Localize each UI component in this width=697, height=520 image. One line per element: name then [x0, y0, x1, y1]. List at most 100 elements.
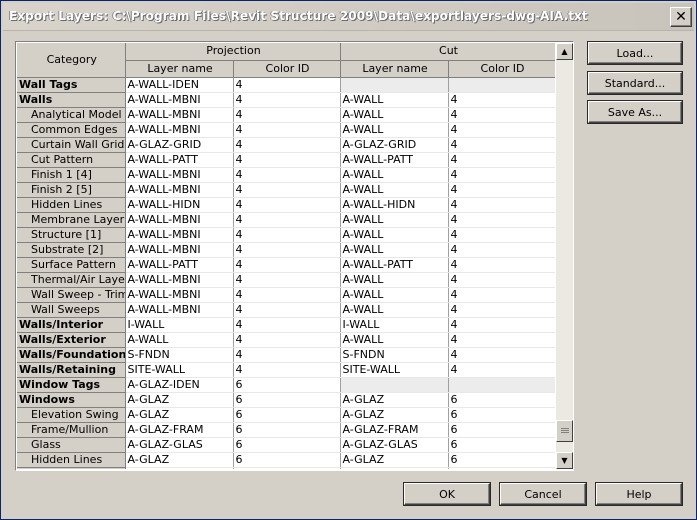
projection-layer-name-cell[interactable]: A-WALL-MBNI [125, 122, 234, 138]
table-row[interactable]: Window Tags A-GLAZ-IDEN 6 [17, 377, 555, 393]
table-row[interactable]: Membrane Layer A-WALL-MBNI 4 A-WALL 4 [17, 212, 555, 228]
projection-layer-name-cell[interactable]: A-GLAZ-GRID [125, 137, 234, 153]
table-row[interactable]: Wall Sweeps A-WALL-MBNI 4 A-WALL 4 [17, 302, 555, 318]
projection-color-id-cell[interactable]: 4 [233, 152, 341, 168]
projection-layer-name-cell[interactable]: A-GLAZ [125, 407, 234, 423]
table-row[interactable]: Curtain Wall Grids A-GLAZ-GRID 4 A-GLAZ-GRI… [17, 137, 555, 153]
projection-color-id-cell[interactable]: 6 [233, 407, 341, 423]
cancel-button[interactable]: Cancel [500, 483, 586, 505]
projection-color-id-cell[interactable]: 4 [233, 302, 341, 318]
cut-color-id-cell[interactable]: 4 [448, 317, 555, 333]
cut-layer-name-cell[interactable]: S-FNDN [340, 347, 449, 363]
projection-layer-name-cell[interactable]: A-WALL-PATT [125, 152, 234, 168]
projection-color-id-cell[interactable]: 4 [233, 182, 341, 198]
cut-layer-name-cell[interactable]: A-GLAZ-GRID [340, 137, 449, 153]
close-button[interactable]: ✕ [670, 7, 692, 27]
projection-layer-name-cell[interactable]: A-WALL-IDEN [125, 77, 234, 93]
table-row[interactable]: OpeningA-GLAZ6A-GLAZ6 [17, 467, 555, 469]
cut-layer-name-cell[interactable]: A-WALL [340, 182, 449, 198]
category-cell[interactable]: Frame/Mullion [17, 422, 126, 438]
category-cell[interactable]: Wall Sweeps [17, 302, 126, 318]
table-row[interactable]: Wall Tags A-WALL-IDEN 4 [17, 77, 555, 93]
cut-layer-name-cell[interactable]: A-WALL [340, 302, 449, 318]
cut-layer-name-cell[interactable]: A-GLAZ [340, 467, 449, 469]
projection-color-id-cell[interactable]: 4 [233, 317, 341, 333]
table-row[interactable]: Elevation Swing A-GLAZ 6 A-GLAZ 6 [17, 407, 555, 423]
category-cell[interactable]: Surface Pattern [17, 257, 126, 273]
table-row[interactable]: Structure [1] A-WALL-MBNI 4 A-WALL 4 [17, 227, 555, 243]
projection-layer-name-cell[interactable]: A-WALL-MBNI [125, 272, 234, 288]
header-cut-color-id[interactable]: Color ID [448, 60, 555, 78]
projection-color-id-cell[interactable]: 4 [233, 272, 341, 288]
cut-layer-name-cell[interactable]: A-WALL [340, 122, 449, 138]
cut-color-id-cell[interactable]: 4 [448, 107, 555, 123]
projection-color-id-cell[interactable]: 4 [233, 167, 341, 183]
table-row[interactable]: Walls/Exterior A-WALL 4 A-WALL 4 [17, 332, 555, 348]
cut-layer-name-cell[interactable]: A-WALL [340, 167, 449, 183]
projection-color-id-cell[interactable]: 6 [233, 452, 341, 468]
projection-layer-name-cell[interactable]: A-GLAZ-FRAM [125, 422, 234, 438]
category-cell[interactable]: Walls/Foundation [17, 347, 126, 363]
cut-layer-name-cell[interactable]: A-GLAZ-GLAS [340, 437, 449, 453]
table-row[interactable]: Cut Pattern A-WALL-PATT 4 A-WALL-PATT 4 [17, 152, 555, 168]
header-projection-layer-name[interactable]: Layer name [125, 60, 234, 78]
category-cell[interactable]: Windows [17, 392, 126, 408]
category-cell[interactable]: Walls [17, 92, 126, 108]
cut-color-id-cell[interactable]: 4 [448, 152, 555, 168]
projection-color-id-cell[interactable]: 4 [233, 362, 341, 378]
cut-layer-name-cell[interactable]: A-WALL [340, 332, 449, 348]
table-row[interactable]: Windows A-GLAZ 6 A-GLAZ 6 [17, 392, 555, 408]
scroll-down-button[interactable]: ▼ [556, 452, 573, 469]
projection-color-id-cell[interactable]: 4 [233, 212, 341, 228]
projection-color-id-cell[interactable]: 6 [233, 437, 341, 453]
table-row[interactable]: Common Edges A-WALL-MBNI 4 A-WALL 4 [17, 122, 555, 138]
projection-layer-name-cell[interactable]: A-WALL-MBNI [125, 92, 234, 108]
cut-color-id-cell[interactable]: 4 [448, 137, 555, 153]
projection-layer-name-cell[interactable]: A-WALL-MBNI [125, 227, 234, 243]
standard-button[interactable]: Standard... [588, 72, 682, 94]
cut-color-id-cell[interactable]: 4 [448, 362, 555, 378]
header-projection-color-id[interactable]: Color ID [233, 60, 341, 78]
projection-color-id-cell[interactable]: 4 [233, 287, 341, 303]
category-cell[interactable]: Glass [17, 437, 126, 453]
cut-layer-name-cell[interactable]: A-WALL [340, 212, 449, 228]
projection-color-id-cell[interactable]: 4 [233, 77, 341, 93]
cut-layer-name-cell[interactable]: A-WALL-HIDN [340, 197, 449, 213]
header-category[interactable]: Category [17, 43, 126, 78]
cut-color-id-cell[interactable]: 6 [448, 437, 555, 453]
category-cell[interactable]: Substrate [2] [17, 242, 126, 258]
cut-layer-name-cell[interactable]: A-WALL [340, 287, 449, 303]
projection-layer-name-cell[interactable]: A-WALL-MBNI [125, 167, 234, 183]
table-row[interactable]: Walls/Interior I-WALL 4 I-WALL 4 [17, 317, 555, 333]
projection-color-id-cell[interactable]: 4 [233, 227, 341, 243]
category-cell[interactable]: Walls/Retaining [17, 362, 126, 378]
cut-color-id-cell[interactable]: 4 [448, 227, 555, 243]
projection-color-id-cell[interactable]: 4 [233, 332, 341, 348]
scroll-up-button[interactable]: ▲ [556, 43, 573, 60]
table-row[interactable]: Surface Pattern A-WALL-PATT 4 A-WALL-PATT 4 [17, 257, 555, 273]
cut-layer-name-cell[interactable]: SITE-WALL [340, 362, 449, 378]
cut-layer-name-cell[interactable]: A-WALL [340, 107, 449, 123]
projection-layer-name-cell[interactable]: A-GLAZ [125, 452, 234, 468]
projection-layer-name-cell[interactable]: A-WALL-MBNI [125, 242, 234, 258]
cut-layer-name-cell[interactable]: A-WALL [340, 272, 449, 288]
scroll-thumb[interactable] [556, 420, 573, 442]
load-button[interactable]: Load... [588, 42, 682, 64]
projection-layer-name-cell[interactable]: A-WALL-HIDN [125, 197, 234, 213]
cut-color-id-cell[interactable]: 4 [448, 347, 555, 363]
cut-layer-name-cell[interactable]: A-GLAZ-FRAM [340, 422, 449, 438]
table-row[interactable]: Hidden Lines A-GLAZ 6 A-GLAZ 6 [17, 452, 555, 468]
category-cell[interactable]: Hidden Lines [17, 197, 126, 213]
projection-layer-name-cell[interactable]: SITE-WALL [125, 362, 234, 378]
table-row[interactable]: Walls/Foundation S-FNDN 4 S-FNDN 4 [17, 347, 555, 363]
cut-color-id-cell[interactable]: 6 [448, 422, 555, 438]
projection-layer-name-cell[interactable]: A-GLAZ [125, 467, 234, 469]
cut-color-id-cell[interactable]: 6 [448, 407, 555, 423]
category-cell[interactable]: Elevation Swing [17, 407, 126, 423]
projection-color-id-cell[interactable]: 6 [233, 377, 341, 393]
cut-layer-name-cell[interactable]: A-GLAZ [340, 407, 449, 423]
table-row[interactable]: Finish 1 [4] A-WALL-MBNI 4 A-WALL 4 [17, 167, 555, 183]
projection-layer-name-cell[interactable]: A-WALL-MBNI [125, 182, 234, 198]
table-row[interactable]: Frame/Mullion A-GLAZ-FRAM 6 A-GLAZ-FRAM 6 [17, 422, 555, 438]
category-cell[interactable]: Walls/Interior [17, 317, 126, 333]
